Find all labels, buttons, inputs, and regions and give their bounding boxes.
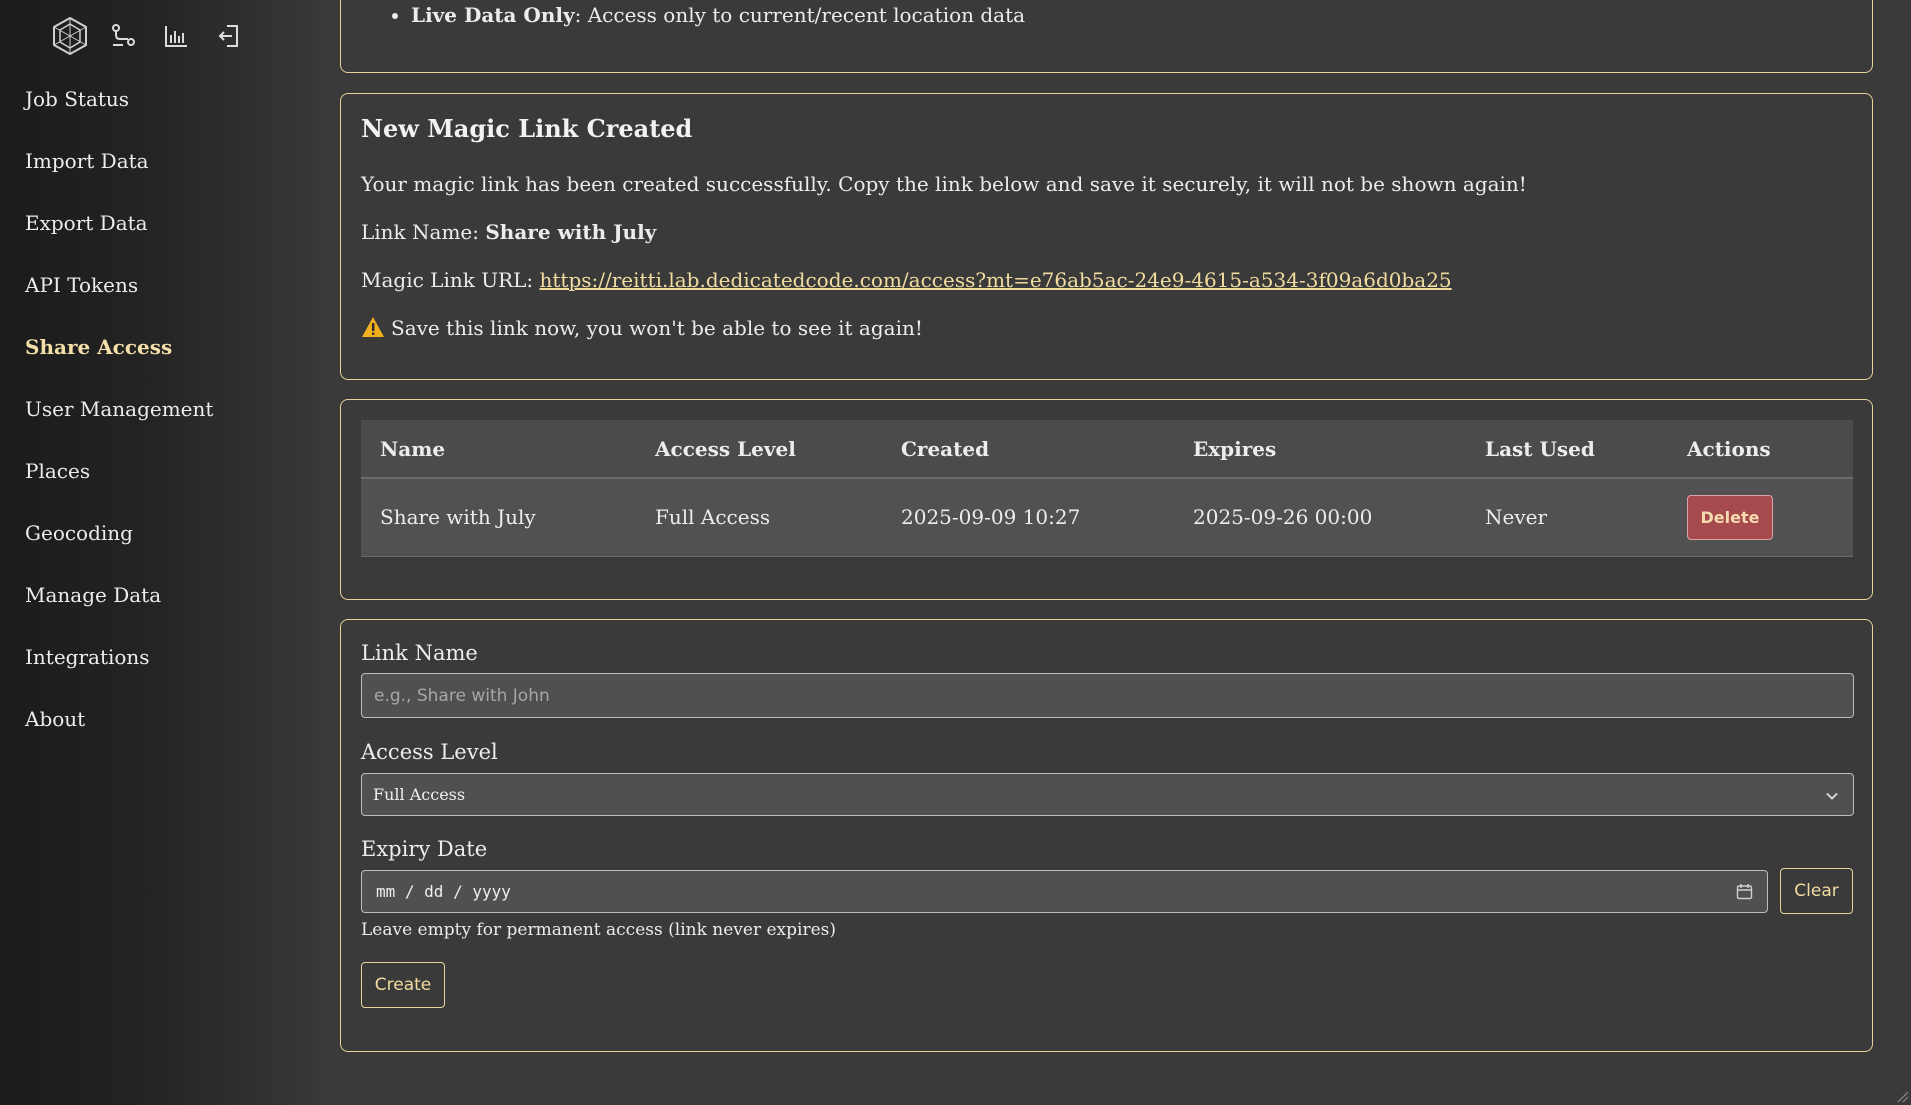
delete-button[interactable]: Delete: [1687, 494, 1773, 540]
column-header-actions: Actions: [1668, 420, 1853, 479]
calendar-icon[interactable]: [1736, 883, 1753, 904]
create-button[interactable]: Create: [361, 962, 445, 1008]
sidebar-item-job-status[interactable]: Job Status: [25, 87, 213, 149]
expiry-date-field-label: Expiry Date: [361, 837, 488, 861]
cell-actions: Delete: [1668, 478, 1853, 557]
sidebar-item-export-data[interactable]: Export Data: [25, 211, 213, 273]
sidebar-item-about[interactable]: About: [25, 707, 213, 769]
table-row: Share with July Full Access 2025-09-09 1…: [361, 478, 1853, 557]
link-name-label: Link Name:: [361, 220, 486, 244]
access-level-list: Live Data Only: Access only to current/r…: [411, 3, 1025, 27]
access-level-selected: Full Access: [373, 785, 466, 804]
access-level-title: Live Data Only: [411, 3, 575, 27]
link-name-value: Share with July: [485, 220, 657, 244]
new-link-card: New Magic Link Created Your magic link h…: [340, 93, 1873, 380]
expiry-hint: Leave empty for permanent access (link n…: [361, 920, 836, 940]
cell-created: 2025-09-09 10:27: [882, 478, 1174, 557]
sidebar-item-integrations[interactable]: Integrations: [25, 645, 213, 707]
expiry-date-placeholder: mm / dd / yyyy: [376, 882, 511, 901]
statistics-icon[interactable]: [154, 14, 198, 58]
magic-link-url[interactable]: https://reitti.lab.dedicatedcode.com/acc…: [540, 268, 1452, 292]
sidebar-item-geocoding[interactable]: Geocoding: [25, 521, 213, 583]
access-levels-card: Live Data Only: Access only to current/r…: [340, 0, 1873, 73]
access-level-description: : Access only to current/recent location…: [574, 3, 1026, 27]
links-table-card: Name Access Level Created Expires Last U…: [340, 399, 1873, 600]
cell-access-level: Full Access: [636, 478, 882, 557]
warning-icon: [361, 316, 385, 338]
top-icon-bar: [48, 14, 260, 58]
sidebar: Job Status Import Data Export Data API T…: [0, 0, 320, 1105]
new-link-title: New Magic Link Created: [361, 114, 693, 143]
link-name-input[interactable]: [361, 673, 1854, 718]
column-header-expires: Expires: [1174, 420, 1466, 479]
chevron-down-icon: [1825, 788, 1839, 807]
warning-line: Save this link now, you won't be able to…: [361, 316, 923, 340]
sidebar-nav: Job Status Import Data Export Data API T…: [25, 87, 213, 769]
sidebar-item-share-access[interactable]: Share Access: [25, 335, 213, 397]
sidebar-item-api-tokens[interactable]: API Tokens: [25, 273, 213, 335]
logout-icon[interactable]: [207, 14, 251, 58]
warning-text: Save this link now, you won't be able to…: [391, 316, 923, 340]
magic-link-label: Magic Link URL:: [361, 268, 540, 292]
link-name-line: Link Name: Share with July: [361, 220, 656, 244]
access-level-item: Live Data Only: Access only to current/r…: [411, 3, 1025, 27]
resize-grip-icon[interactable]: [1895, 1089, 1909, 1103]
create-link-form: Link Name Access Level Full Access Expir…: [340, 619, 1873, 1052]
column-header-last-used: Last Used: [1466, 420, 1668, 479]
sidebar-item-import-data[interactable]: Import Data: [25, 149, 213, 211]
expiry-date-input[interactable]: mm / dd / yyyy: [361, 870, 1768, 913]
links-table: Name Access Level Created Expires Last U…: [361, 420, 1853, 557]
access-level-select[interactable]: Full Access: [361, 773, 1854, 816]
column-header-name: Name: [361, 420, 636, 479]
sidebar-item-places[interactable]: Places: [25, 459, 213, 521]
logo-icon[interactable]: [48, 14, 92, 58]
table-header-row: Name Access Level Created Expires Last U…: [361, 420, 1853, 479]
timeline-icon[interactable]: [101, 14, 145, 58]
column-header-created: Created: [882, 420, 1174, 479]
sidebar-item-user-management[interactable]: User Management: [25, 397, 213, 459]
column-header-access-level: Access Level: [636, 420, 882, 479]
cell-name: Share with July: [361, 478, 636, 557]
clear-button[interactable]: Clear: [1780, 868, 1853, 914]
success-message: Your magic link has been created success…: [361, 172, 1527, 196]
magic-link-line: Magic Link URL: https://reitti.lab.dedic…: [361, 268, 1452, 292]
access-level-field-label: Access Level: [361, 740, 498, 764]
link-name-field-label: Link Name: [361, 641, 478, 665]
cell-last-used: Never: [1466, 478, 1668, 557]
sidebar-item-manage-data[interactable]: Manage Data: [25, 583, 213, 645]
cell-expires: 2025-09-26 00:00: [1174, 478, 1466, 557]
